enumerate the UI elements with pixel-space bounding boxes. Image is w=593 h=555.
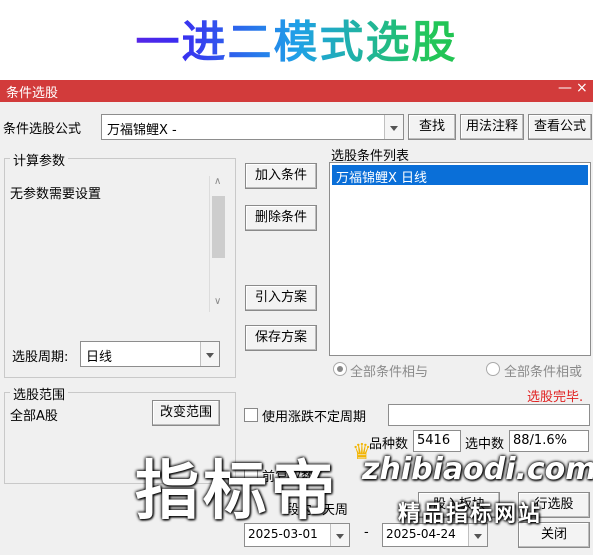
range-legend: 选股范围 bbox=[10, 384, 69, 403]
delete-condition-button[interactable]: 删除条件 bbox=[245, 205, 317, 231]
total-field: 5416 bbox=[413, 430, 461, 452]
formula-combo[interactable]: 万福锦鲤X - bbox=[101, 114, 404, 140]
watermark-domain: zhibiaodi.com bbox=[362, 452, 593, 487]
banner-title: 一进二模式选股 bbox=[0, 6, 593, 70]
date-separator: - bbox=[364, 525, 369, 540]
selected-value: 88/1.6% bbox=[513, 433, 567, 448]
import-plan-button[interactable]: 引入方案 bbox=[245, 285, 317, 311]
scroll-up-icon[interactable]: ∧ bbox=[214, 176, 221, 187]
selected-field: 88/1.6% bbox=[509, 430, 589, 452]
end-date-value: 2025-04-24 bbox=[386, 527, 456, 541]
params-legend: 计算参数 bbox=[10, 150, 69, 169]
period-label: 选股周期: bbox=[12, 350, 69, 365]
minimize-button[interactable]: — bbox=[558, 80, 572, 96]
status-text: 选股完毕. bbox=[527, 390, 584, 405]
selected-label: 选中数 bbox=[465, 437, 505, 452]
formula-label: 条件选股公式 bbox=[3, 122, 82, 137]
or-radio[interactable] bbox=[486, 362, 500, 376]
condition-item-label: 万福锦鲤X 日线 bbox=[336, 171, 428, 186]
close-window-button[interactable]: × bbox=[576, 80, 588, 96]
and-radio-label: 全部条件相与 bbox=[350, 365, 429, 380]
search-button[interactable]: 查找 bbox=[408, 114, 456, 140]
formula-value: 万福锦鲤X - bbox=[107, 123, 177, 138]
view-formula-button[interactable]: 查看公式 bbox=[528, 114, 592, 140]
rise-fall-field[interactable] bbox=[388, 404, 590, 426]
window-titlebar: 条件选股 — × bbox=[0, 80, 593, 102]
or-radio-label: 全部条件相或 bbox=[504, 365, 583, 380]
watermark-slogan: 精品指标网站 bbox=[398, 502, 543, 527]
rise-fall-checkbox[interactable] bbox=[244, 408, 258, 422]
banner: 一进二模式选股 bbox=[0, 0, 593, 80]
scroll-down-icon[interactable]: ∨ bbox=[214, 296, 221, 307]
rise-fall-label: 使用涨跌不定周期 bbox=[262, 410, 367, 425]
range-value: 全部A股 bbox=[10, 409, 58, 424]
watermark-big: 指标帝 bbox=[135, 455, 339, 529]
save-plan-button[interactable]: 保存方案 bbox=[245, 325, 317, 351]
total-value: 5416 bbox=[417, 433, 451, 448]
params-scrollbar[interactable]: ∧ ∨ bbox=[209, 176, 227, 312]
usage-notes-button[interactable]: 用法注释 bbox=[460, 114, 524, 140]
scroll-thumb[interactable] bbox=[212, 196, 225, 258]
period-select[interactable]: 日线 bbox=[80, 341, 220, 367]
total-label: 品种数 bbox=[369, 437, 409, 452]
chevron-down-icon[interactable] bbox=[384, 115, 403, 139]
condition-item[interactable]: 万福锦鲤X 日线 bbox=[332, 165, 588, 186]
conditions-list[interactable]: 万福锦鲤X 日线 bbox=[329, 162, 591, 356]
add-condition-button[interactable]: 加入条件 bbox=[245, 163, 317, 189]
window-title: 条件选股 bbox=[6, 86, 59, 101]
change-range-button[interactable]: 改变范围 bbox=[152, 400, 220, 426]
radio-dot bbox=[337, 366, 343, 372]
params-text: 无参数需要设置 bbox=[10, 187, 102, 202]
and-radio[interactable] bbox=[333, 362, 347, 376]
chevron-down-icon[interactable] bbox=[200, 342, 219, 366]
period-value: 日线 bbox=[86, 350, 113, 365]
